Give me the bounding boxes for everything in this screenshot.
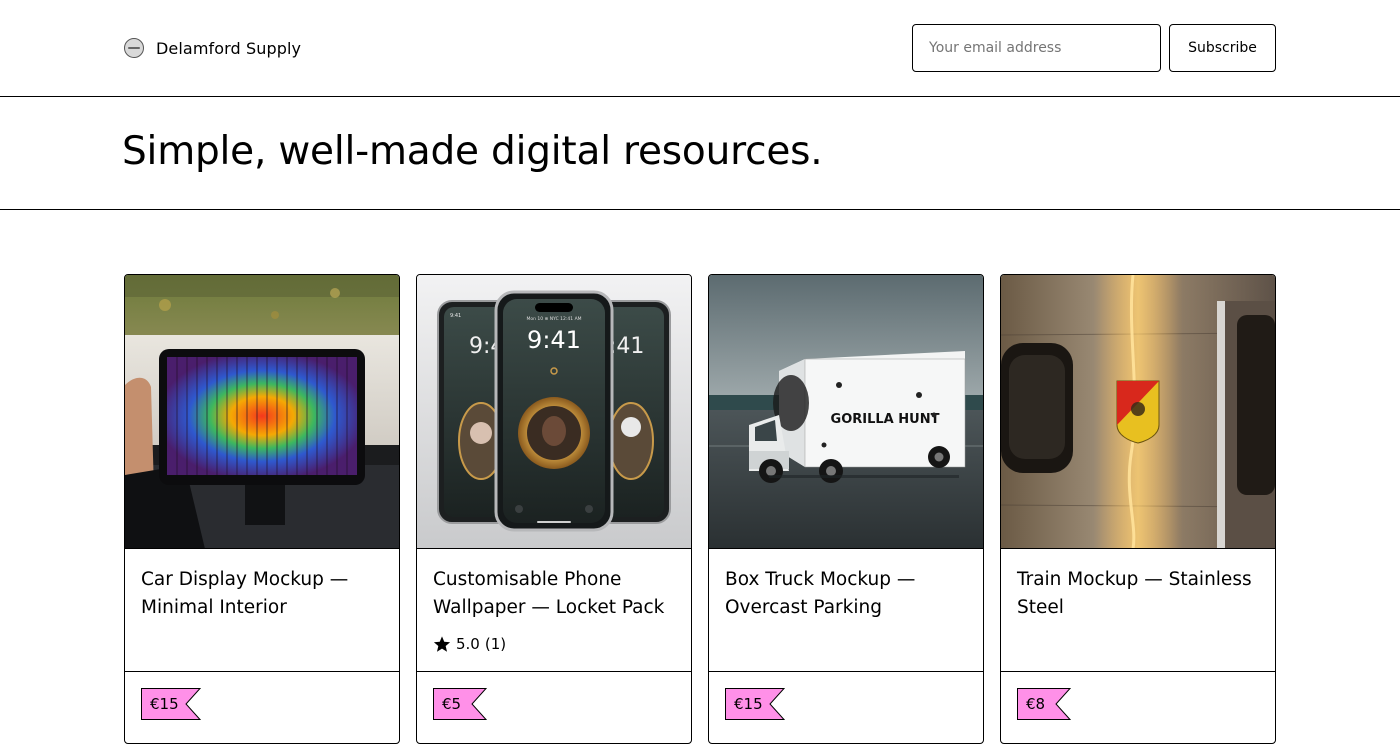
product-title[interactable]: Box Truck Mockup — Overcast Parking: [725, 566, 971, 622]
product-title[interactable]: Customisable Phone Wallpaper — Locket Pa…: [433, 566, 679, 622]
product-price: €15: [150, 695, 179, 713]
truck-brand-text: GORILLA HUNT: [831, 412, 940, 427]
price-tag: €15: [141, 688, 201, 720]
car-dashboard-display-photo: [125, 275, 399, 549]
product-title[interactable]: Train Mockup — Stainless Steel: [1017, 566, 1263, 622]
rating: 5.0 (1): [433, 633, 506, 655]
product-price: €15: [734, 695, 763, 713]
box-truck-photo: GORILLA HUNT: [709, 275, 983, 549]
divider: [125, 671, 399, 672]
brand-name: Delamford Supply: [156, 38, 302, 58]
hero-section: Simple, well-made digital resources.: [0, 97, 1400, 210]
price-tag: €5: [433, 688, 487, 720]
phone-status-time: 9:41: [450, 313, 461, 319]
divider: [417, 671, 691, 672]
product-card[interactable]: GORILLA HUNT Box Truck Mockup — Overcast…: [708, 274, 984, 744]
email-input[interactable]: [912, 24, 1161, 72]
product-card[interactable]: Train Mockup — Stainless Steel €8: [1000, 274, 1276, 744]
price-tag: €8: [1017, 688, 1071, 720]
phone-date: Mon 10 ⊛ NYC 12:41 AM: [526, 316, 581, 322]
brand[interactable]: Delamford Supply: [124, 37, 301, 59]
page-headline: Simple, well-made digital resources.: [122, 129, 823, 174]
rating-count: (1): [484, 635, 507, 653]
phone-right-time: :41: [609, 334, 644, 359]
divider: [1001, 671, 1275, 672]
product-price: €8: [1026, 695, 1046, 713]
price-tag: €15: [725, 688, 785, 720]
product-card[interactable]: Car Display Mockup — Minimal Interior €1…: [124, 274, 400, 744]
product-title[interactable]: Car Display Mockup — Minimal Interior: [141, 566, 387, 622]
subscribe-button[interactable]: Subscribe: [1169, 24, 1276, 72]
star-icon: [433, 636, 451, 652]
logo-badge-icon: [124, 38, 144, 58]
train-car-photo: [1001, 275, 1275, 549]
phone-center-time: 9:41: [527, 326, 581, 354]
product-card[interactable]: 9:41 9:4 :41 Mon 10 ⊛ NYC 12:41 AM 9:41: [416, 274, 692, 744]
site-header: Delamford Supply Subscribe: [0, 0, 1400, 97]
rating-score: 5.0: [456, 635, 480, 653]
phone-lockscreen-mockup-photo: 9:41 9:4 :41 Mon 10 ⊛ NYC 12:41 AM 9:41: [417, 275, 691, 549]
product-price: €5: [442, 695, 462, 713]
divider: [709, 671, 983, 672]
